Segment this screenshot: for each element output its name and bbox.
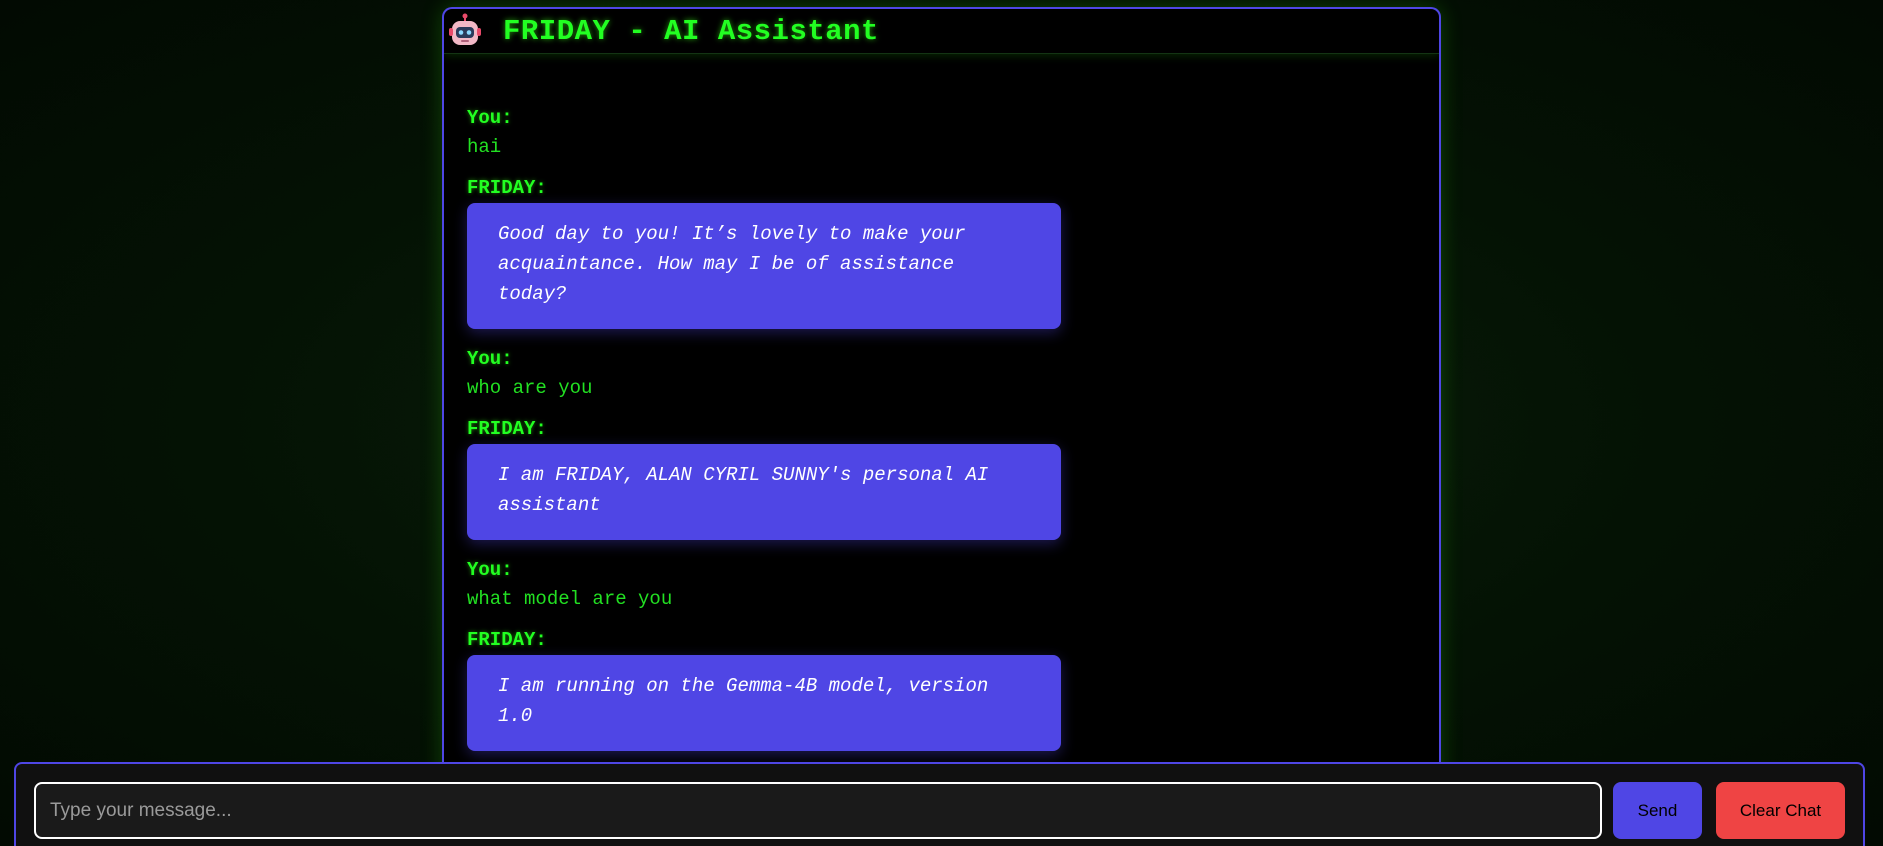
sender-label: You: bbox=[467, 559, 513, 581]
assistant-message: FRIDAY: Good day to you! It’s lovely to … bbox=[467, 176, 1439, 329]
chat-window: FRIDAY - AI Assistant You: hai FRIDAY: G… bbox=[442, 7, 1441, 846]
sender-label: You: bbox=[467, 107, 513, 129]
clear-chat-button[interactable]: Clear Chat bbox=[1716, 782, 1845, 839]
user-message-text: what model are you bbox=[467, 588, 673, 610]
user-message-text: hai bbox=[467, 136, 502, 158]
sender-label: FRIDAY: bbox=[467, 418, 547, 440]
page-title: FRIDAY - AI Assistant bbox=[503, 14, 879, 48]
assistant-message: FRIDAY: I am FRIDAY, ALAN CYRIL SUNNY's … bbox=[467, 417, 1439, 540]
user-message: You: hai bbox=[467, 106, 1439, 160]
assistant-message-bubble: I am FRIDAY, ALAN CYRIL SUNNY's personal… bbox=[467, 444, 1061, 540]
message-list: You: hai FRIDAY: Good day to you! It’s l… bbox=[444, 54, 1439, 751]
assistant-message-bubble: Good day to you! It’s lovely to make you… bbox=[467, 203, 1061, 329]
assistant-message-bubble: I am running on the Gemma-4B model, vers… bbox=[467, 655, 1061, 751]
sender-label: FRIDAY: bbox=[467, 177, 547, 199]
sender-label: FRIDAY: bbox=[467, 629, 547, 651]
send-button[interactable]: Send bbox=[1613, 782, 1702, 839]
user-message-text: who are you bbox=[467, 377, 593, 399]
robot-icon bbox=[447, 13, 483, 49]
chat-header: FRIDAY - AI Assistant bbox=[444, 9, 1439, 54]
user-message: You: who are you bbox=[467, 347, 1439, 401]
user-message: You: what model are you bbox=[467, 558, 1439, 612]
chat-input-bar: Send Clear Chat bbox=[14, 762, 1865, 846]
sender-label: You: bbox=[467, 348, 513, 370]
assistant-message: FRIDAY: I am running on the Gemma-4B mod… bbox=[467, 628, 1439, 751]
message-input[interactable] bbox=[34, 782, 1602, 839]
